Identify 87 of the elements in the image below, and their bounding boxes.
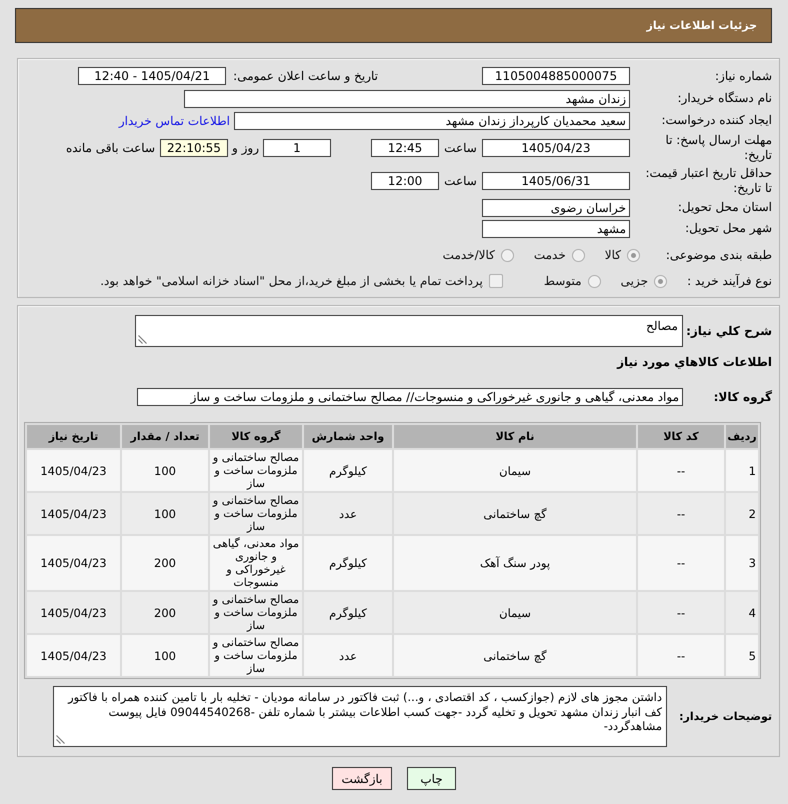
table-cell: 1405/04/23 — [27, 493, 120, 534]
print-button[interactable]: چاپ — [407, 767, 456, 790]
city-field[interactable]: مشهد — [482, 220, 630, 238]
remaining-label: ساعت باقی مانده — [66, 141, 155, 155]
description-box[interactable]: مصالح — [135, 315, 683, 347]
radio-option[interactable]: کالا/خدمت — [442, 248, 514, 262]
field-label: شرح کلي نیاز: — [690, 324, 772, 338]
table-cell: مصالح ساختمانی و ملزومات ساخت و ساز — [210, 592, 302, 633]
table-cell: 100 — [122, 493, 208, 534]
table-cell: 1405/04/23 — [27, 450, 120, 491]
time-label: ساعت — [443, 141, 478, 155]
table-cell: مصالح ساختمانی و ملزومات ساخت و ساز — [210, 635, 302, 676]
table-cell: کیلوگرم — [304, 536, 392, 590]
buyer-notes-box[interactable]: داشتن مجوز های لازم (جوازکسب ، کد اقتصادی ، و...) ثبت فاکتور در سامانه مودیان - تخلیه بار با تامین کننده همراه با فاکتور کف انبار زندان مشهد تحویل و تخلیه گردد -جهت کسب اطلاعات بیشتر با شماره تلفن -09044540268 فایل پیوست مشاهدگردد- — [53, 686, 667, 747]
need-number-field[interactable]: 1105004885000075 — [482, 67, 630, 85]
table-cell: 1405/04/23 — [27, 536, 120, 590]
back-button[interactable]: بازگشت — [332, 767, 392, 790]
table-cell: -- — [638, 450, 724, 491]
field-label: استان محل تحویل: — [676, 200, 772, 215]
deadline-date-field[interactable]: 1405/04/23 — [482, 139, 630, 157]
field-label: حداقل تاریخ اعتبار قیمت: تا تاریخ: — [644, 166, 772, 196]
buyer-org-field[interactable]: زندان مشهد — [184, 90, 630, 108]
radio-option[interactable]: متوسط — [544, 274, 601, 288]
days-label: روز و — [230, 141, 260, 155]
goods-group-field[interactable]: مواد معدنی، گیاهی و جانوری غیرخوراکی و منسوجات// مصالح ساختمانی و ملزومات ساخت و ساز — [137, 388, 683, 406]
table-cell: 4 — [726, 592, 758, 633]
table-cell: 3 — [726, 536, 758, 590]
deadline-time-field[interactable]: 12:45 — [371, 139, 439, 157]
table-cell: 5 — [726, 635, 758, 676]
radio-option[interactable]: جزیی — [620, 274, 667, 288]
requester-field[interactable]: سعید محمدیان کارپرداز زندان مشهد — [234, 112, 630, 130]
field-label: ایجاد کننده درخواست: — [660, 113, 772, 128]
column-header: ردیف — [726, 425, 758, 448]
column-header: گروه کالا — [210, 425, 302, 448]
validity-time-field[interactable]: 12:00 — [371, 172, 439, 190]
field-label: نوع فرآیند خرید : — [686, 274, 772, 288]
table-cell: پودر سنگ آهک — [394, 536, 636, 590]
table-cell: کیلوگرم — [304, 450, 392, 491]
table-cell: عدد — [304, 635, 392, 676]
field-label: توضیحات خریدار: — [678, 710, 772, 723]
table-cell: گچ ساختمانی — [394, 493, 636, 534]
field-label: شماره نیاز: — [714, 68, 772, 84]
announce-date-field[interactable]: 1405/04/21 - 12:40 — [78, 67, 226, 85]
table-cell: مواد معدنی، گیاهی و جانوری غیرخوراکی و منسوجات — [210, 536, 302, 590]
table-cell: 1 — [726, 450, 758, 491]
field-label: شهر محل تحویل: — [684, 221, 772, 236]
table-cell: -- — [638, 536, 724, 590]
table-cell: 1405/04/23 — [27, 635, 120, 676]
field-label: طبقه بندی موضوعی: — [664, 248, 772, 262]
column-header: واحد شمارش — [304, 425, 392, 448]
table-cell: عدد — [304, 493, 392, 534]
table-cell: 100 — [122, 450, 208, 491]
field-label: مهلت ارسال پاسخ: تا تاریخ: — [664, 133, 772, 163]
column-header: تاریخ نیاز — [27, 425, 120, 448]
table-cell: 200 — [122, 592, 208, 633]
time-label: ساعت — [443, 174, 478, 188]
page-title: جزئیات اطلاعات نیاز — [646, 19, 757, 32]
validity-date-field[interactable]: 1405/06/31 — [482, 172, 630, 190]
table-cell: کیلوگرم — [304, 592, 392, 633]
field-label: تاریخ و ساعت اعلان عمومی: — [233, 69, 378, 83]
section-heading: اطلاعات کالاهاي مورد نیاز — [617, 354, 772, 368]
column-header: نام کالا — [394, 425, 636, 448]
radio-option[interactable]: کالا — [604, 248, 640, 262]
resize-grip-icon[interactable] — [56, 735, 65, 744]
days-left-field[interactable]: 1 — [263, 139, 331, 157]
column-header: کد کالا — [638, 425, 724, 448]
resize-grip-icon[interactable] — [138, 335, 147, 344]
buyer-contact-link[interactable]: اطلاعات تماس خریدار — [118, 114, 230, 128]
field-label: گروه کالا: — [712, 390, 772, 404]
table-cell: سیمان — [394, 450, 636, 491]
column-header: تعداد / مقدار — [122, 425, 208, 448]
table-cell: -- — [638, 592, 724, 633]
table-cell: -- — [638, 493, 724, 534]
table-cell: 200 — [122, 536, 208, 590]
table-cell: مصالح ساختمانی و ملزومات ساخت و ساز — [210, 450, 302, 491]
field-label: نام دستگاه خریدار: — [676, 91, 772, 106]
table-cell: -- — [638, 635, 724, 676]
table-cell: مصالح ساختمانی و ملزومات ساخت و ساز — [210, 493, 302, 534]
table-cell: 1405/04/23 — [27, 592, 120, 633]
table-cell: سیمان — [394, 592, 636, 633]
table-cell: گچ ساختمانی — [394, 635, 636, 676]
province-field[interactable]: خراسان رضوی — [482, 198, 630, 216]
checkbox-option[interactable]: پرداخت تمام یا بخشی از مبلغ خرید،از محل "اسناد خزانه اسلامی" خواهد بود. — [100, 274, 503, 288]
table-cell: 100 — [122, 635, 208, 676]
time-left-field[interactable]: 22:10:55 — [160, 139, 228, 157]
table-cell: 2 — [726, 493, 758, 534]
radio-option[interactable]: خدمت — [534, 248, 585, 262]
